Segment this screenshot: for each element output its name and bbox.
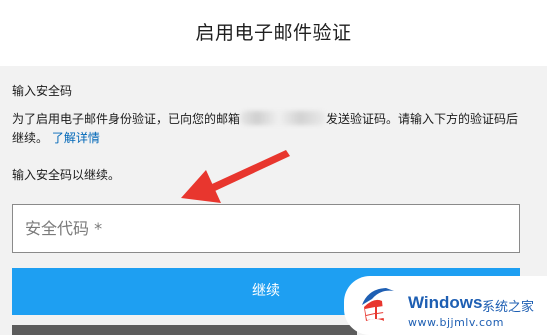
watermark-url: www.bjjmlv.com — [408, 316, 504, 329]
section-label: 输入安全码 — [12, 84, 73, 98]
description-text: 为了启用电子邮件身份验证，已向您的邮箱 发送验证码。请输入下方的验证码后继续。 了… — [12, 110, 527, 148]
dialog-header: 启用电子邮件验证 — [0, 0, 547, 66]
blurred-email — [240, 111, 327, 125]
hint-text: 输入安全码以继续。 — [12, 168, 121, 182]
description-before: 为了启用电子邮件身份验证，已向您的邮箱 — [12, 112, 241, 126]
bottom-bar — [12, 325, 357, 335]
security-code-input[interactable] — [12, 204, 520, 253]
arrow-shaft — [212, 150, 290, 191]
watermark-site-name: 系统之家 — [482, 300, 535, 315]
watermark-brand: Windows — [408, 293, 483, 312]
site-watermark: Windows 系统之家 www.bjjmlv.com — [344, 276, 547, 335]
learn-more-link[interactable]: 了解详情 — [52, 131, 100, 145]
arrow-head — [181, 170, 221, 203]
page-title: 启用电子邮件验证 — [195, 22, 352, 44]
windows-logo-icon — [362, 288, 394, 321]
